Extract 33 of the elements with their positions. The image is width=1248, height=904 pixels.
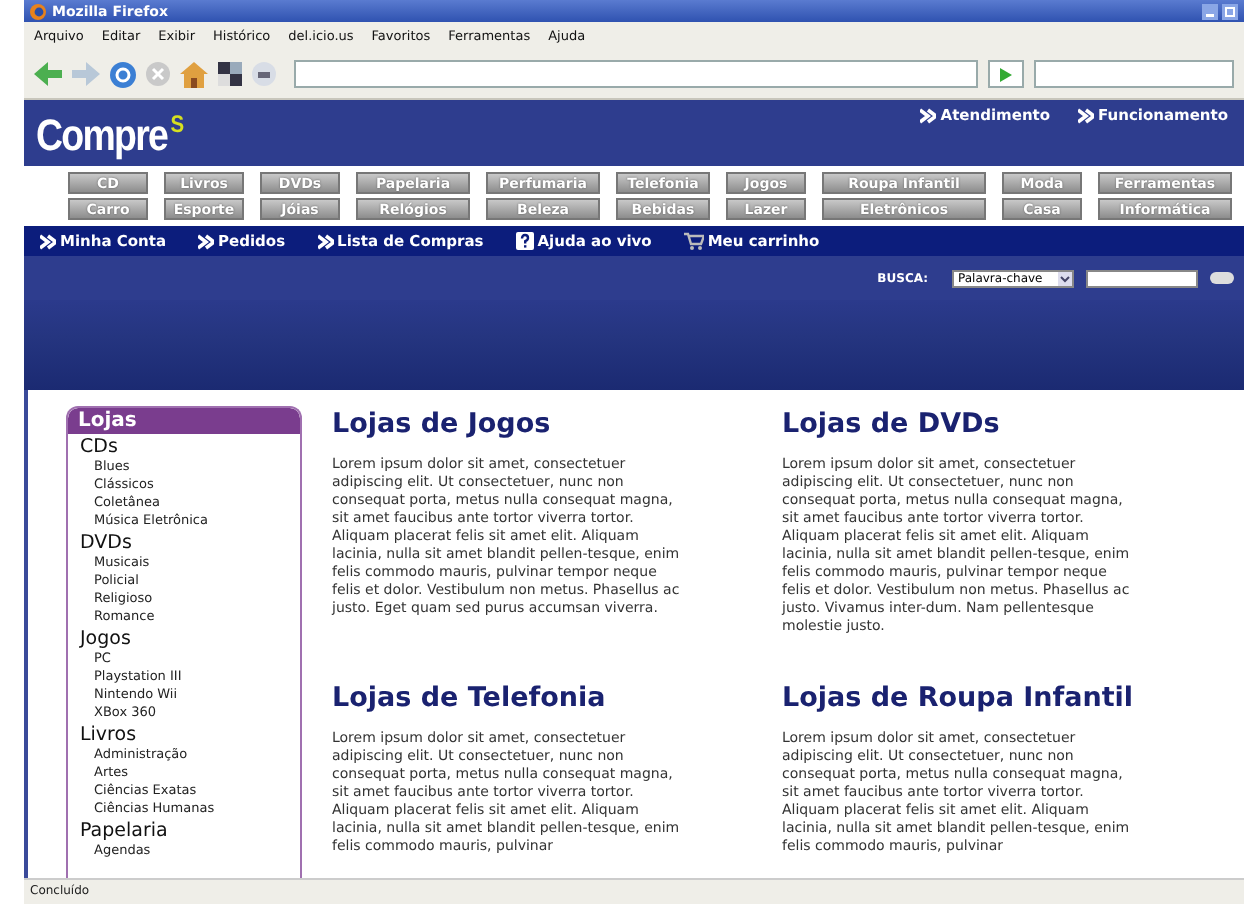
site-logo[interactable]: Compre$^{S}$ bbox=[36, 110, 183, 162]
dropdown-icon bbox=[1058, 271, 1072, 285]
section-heading: Lojas de Telefonia bbox=[332, 682, 608, 715]
double-chevron-icon bbox=[1078, 107, 1095, 123]
category-link[interactable]: CDs bbox=[68, 436, 300, 458]
back-arrow-icon bbox=[34, 62, 62, 86]
section-heading: Lojas de Jogos bbox=[332, 408, 553, 440]
address-field[interactable] bbox=[294, 60, 978, 88]
category-link[interactable]: Papelaria bbox=[68, 820, 300, 842]
category-link[interactable]: DVDs bbox=[68, 532, 300, 554]
grid-icon bbox=[218, 62, 242, 86]
reload-icon bbox=[110, 61, 136, 87]
category-link[interactable]: Jogos bbox=[68, 628, 300, 650]
double-chevron-icon bbox=[920, 107, 937, 123]
category-link[interactable]: Livros bbox=[68, 724, 300, 746]
search-field[interactable] bbox=[1034, 60, 1234, 88]
cart-icon bbox=[683, 232, 704, 250]
sidebar-title: Lojas bbox=[68, 408, 300, 434]
maximize-icon bbox=[1222, 3, 1238, 19]
stop-icon bbox=[146, 62, 170, 86]
home-icon bbox=[180, 61, 208, 87]
double-chevron-icon bbox=[317, 233, 334, 249]
search-field[interactable] bbox=[1086, 269, 1198, 287]
section-heading: Lojas de Roupa Infantil bbox=[782, 682, 1136, 715]
section-heading: Lojas de DVDs bbox=[782, 408, 1002, 440]
play-icon bbox=[1000, 67, 1012, 81]
go-button[interactable] bbox=[988, 60, 1024, 88]
minimize-icon bbox=[1202, 3, 1218, 19]
forward-arrow-icon bbox=[72, 62, 100, 86]
help-icon bbox=[515, 232, 534, 250]
double-chevron-icon bbox=[198, 233, 215, 249]
double-chevron-icon bbox=[40, 233, 56, 249]
search-button[interactable] bbox=[1210, 272, 1234, 284]
